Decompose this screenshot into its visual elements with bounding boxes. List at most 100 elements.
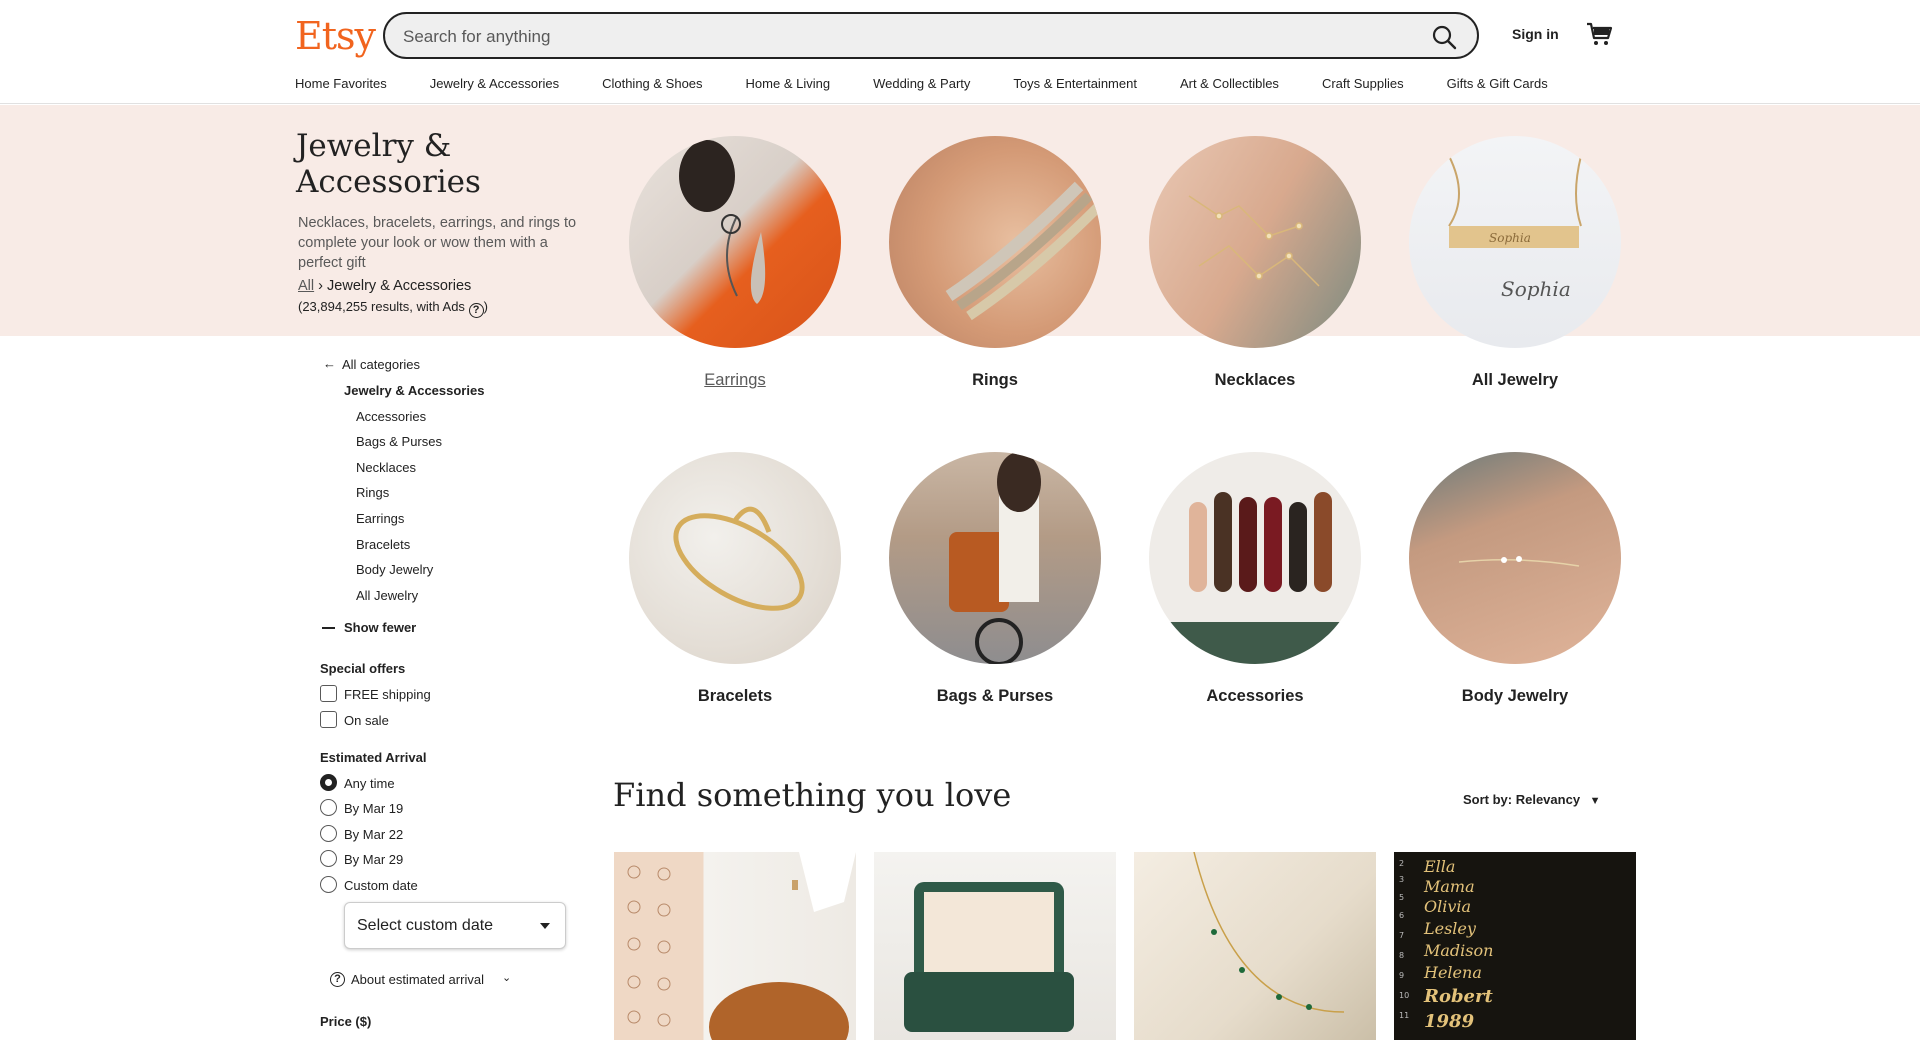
free-shipping-checkbox[interactable] <box>320 685 337 702</box>
on-sale-checkbox[interactable] <box>320 711 337 728</box>
ring-illustration <box>945 181 1101 321</box>
search-placeholder[interactable]: Search for anything <box>403 27 550 47</box>
category-image-rings[interactable] <box>889 136 1101 348</box>
product-card[interactable] <box>1134 852 1376 1040</box>
help-icon[interactable]: ? <box>330 972 345 987</box>
arrival-mar29-radio[interactable] <box>320 850 337 867</box>
svg-text:1989: 1989 <box>1424 1011 1475 1032</box>
page-description: Necklaces, bracelets, earrings, and ring… <box>298 215 577 271</box>
svg-text:Ella: Ella <box>1423 857 1455 876</box>
sidebar-item-necklaces[interactable]: Necklaces <box>356 460 416 475</box>
product-image <box>627 852 856 1040</box>
nav-jewelry[interactable]: Jewelry & Accessories <box>430 76 559 91</box>
earring-illustration <box>679 140 766 304</box>
arrival-mar19-radio[interactable] <box>320 799 337 816</box>
cart-icon[interactable] <box>1585 20 1613 48</box>
breadcrumb-current: Jewelry & Accessories <box>327 278 472 294</box>
page-title-line1: Jewelry & <box>296 128 452 164</box>
svg-text:Sophia: Sophia <box>1501 277 1571 301</box>
free-shipping-label[interactable]: FREE shipping <box>344 687 431 702</box>
category-label-necklaces[interactable]: Necklaces <box>1149 371 1361 390</box>
category-label-all-jewelry[interactable]: All Jewelry <box>1409 371 1621 390</box>
arrow-left-icon[interactable]: ← <box>323 356 336 371</box>
nav-art[interactable]: Art & Collectibles <box>1180 76 1279 91</box>
product-card[interactable] <box>614 852 856 1040</box>
arrival-any-time-radio[interactable] <box>320 774 337 791</box>
nav-home-living[interactable]: Home & Living <box>746 76 831 91</box>
sidebar-item-rings[interactable]: Rings <box>356 485 389 500</box>
arrival-any-time-label[interactable]: Any time <box>344 776 395 791</box>
sort-dropdown[interactable]: Sort by: Relevancy ▼ <box>1463 792 1601 807</box>
sidebar-item-all-jewelry[interactable]: All Jewelry <box>356 588 418 603</box>
product-image <box>904 882 1074 1032</box>
sign-in-link[interactable]: Sign in <box>1512 26 1559 42</box>
sidebar-item-bracelets[interactable]: Bracelets <box>356 537 410 552</box>
bar-necklace-illustration: Sophia Sophia <box>1448 155 1582 301</box>
product-image: EllaMamaOlivia Lesley Madison Helena Robert 1… <box>1399 857 1493 1032</box>
chevron-down-icon[interactable]: ⌄ <box>502 971 511 984</box>
nav-craft[interactable]: Craft Supplies <box>1322 76 1404 91</box>
category-label-accessories[interactable]: Accessories <box>1149 687 1361 706</box>
product-card[interactable]: Ella Mama Olivia Lesley Madison Helena Robert 1… <box>1394 852 1636 1040</box>
category-image-earrings[interactable] <box>629 136 841 348</box>
section-heading: Find something you love <box>613 776 1012 814</box>
category-image-body-jewelry[interactable] <box>1409 452 1621 664</box>
arrival-custom-label[interactable]: Custom date <box>344 878 418 893</box>
current-category[interactable]: Jewelry & Accessories <box>344 383 484 398</box>
category-image-accessories[interactable] <box>1149 452 1361 664</box>
breadcrumb-all[interactable]: All <box>298 278 314 294</box>
category-image-bracelets[interactable] <box>629 452 841 664</box>
svg-text:8: 8 <box>1399 951 1404 960</box>
category-label-bags[interactable]: Bags & Purses <box>889 687 1101 706</box>
svg-text:7: 7 <box>1399 931 1404 940</box>
category-image-all-jewelry[interactable]: Sophia Sophia <box>1409 136 1621 348</box>
svg-text:Olivia: Olivia <box>1424 897 1471 916</box>
nav-clothing[interactable]: Clothing & Shoes <box>602 76 702 91</box>
svg-text:6: 6 <box>1399 911 1404 920</box>
category-image-bags[interactable] <box>889 452 1101 664</box>
arrival-mar19-label[interactable]: By Mar 19 <box>344 801 403 816</box>
sort-label[interactable]: Sort by: Relevancy <box>1463 792 1580 807</box>
custom-date-select-label[interactable]: Select custom date <box>357 917 493 935</box>
on-sale-label[interactable]: On sale <box>344 713 389 728</box>
nav-gifts[interactable]: Gifts & Gift Cards <box>1447 76 1548 91</box>
arrival-mar29-label[interactable]: By Mar 29 <box>344 852 403 867</box>
etsy-logo[interactable]: Etsy <box>295 14 376 58</box>
page-title-line2: Accessories <box>296 164 481 200</box>
sidebar-item-accessories[interactable]: Accessories <box>356 409 426 424</box>
all-categories-link[interactable]: All categories <box>342 357 420 372</box>
arrival-mar22-label[interactable]: By Mar 22 <box>344 827 403 842</box>
category-label-earrings[interactable]: Earrings <box>629 371 841 390</box>
arrival-custom-radio[interactable] <box>320 876 337 893</box>
bracelet-illustration <box>673 506 805 611</box>
page-title: Jewelry & Accessories <box>296 128 536 200</box>
search-icon[interactable] <box>1431 24 1457 50</box>
product-image <box>1193 852 1345 1013</box>
necklace-illustration <box>1188 195 1320 287</box>
breadcrumb: All › Jewelry & Accessories <box>298 278 471 294</box>
category-image-necklaces[interactable] <box>1149 136 1361 348</box>
sidebar-item-earrings[interactable]: Earrings <box>356 511 404 526</box>
category-label-bracelets[interactable]: Bracelets <box>629 687 841 706</box>
sidebar-item-body-jewelry[interactable]: Body Jewelry <box>356 562 433 577</box>
sidebar-item-bags[interactable]: Bags & Purses <box>356 434 442 449</box>
nav-toys[interactable]: Toys & Entertainment <box>1013 76 1137 91</box>
chevron-down-icon[interactable] <box>540 923 550 929</box>
svg-text:Helena: Helena <box>1423 963 1482 982</box>
help-icon[interactable]: ? <box>468 303 484 318</box>
triangle-down-icon[interactable]: ▼ <box>1590 795 1601 807</box>
category-label-body-jewelry[interactable]: Body Jewelry <box>1409 687 1621 706</box>
results-text: (23,894,255 results, with Ads <box>298 299 465 314</box>
search-bar[interactable]: Search for anything <box>383 12 1479 59</box>
product-card[interactable] <box>874 852 1116 1040</box>
svg-text:Lesley: Lesley <box>1423 919 1477 938</box>
minus-icon[interactable] <box>322 627 335 629</box>
svg-text:3: 3 <box>1399 875 1404 884</box>
about-estimated-arrival-link[interactable]: About estimated arrival <box>351 972 484 987</box>
show-fewer-button[interactable]: Show fewer <box>344 620 416 635</box>
category-label-rings[interactable]: Rings <box>889 371 1101 390</box>
nav-home-favorites[interactable]: Home Favorites <box>295 76 387 91</box>
arrival-mar22-radio[interactable] <box>320 825 337 842</box>
nav-wedding[interactable]: Wedding & Party <box>873 76 970 91</box>
custom-date-select[interactable]: Select custom date <box>344 902 566 949</box>
